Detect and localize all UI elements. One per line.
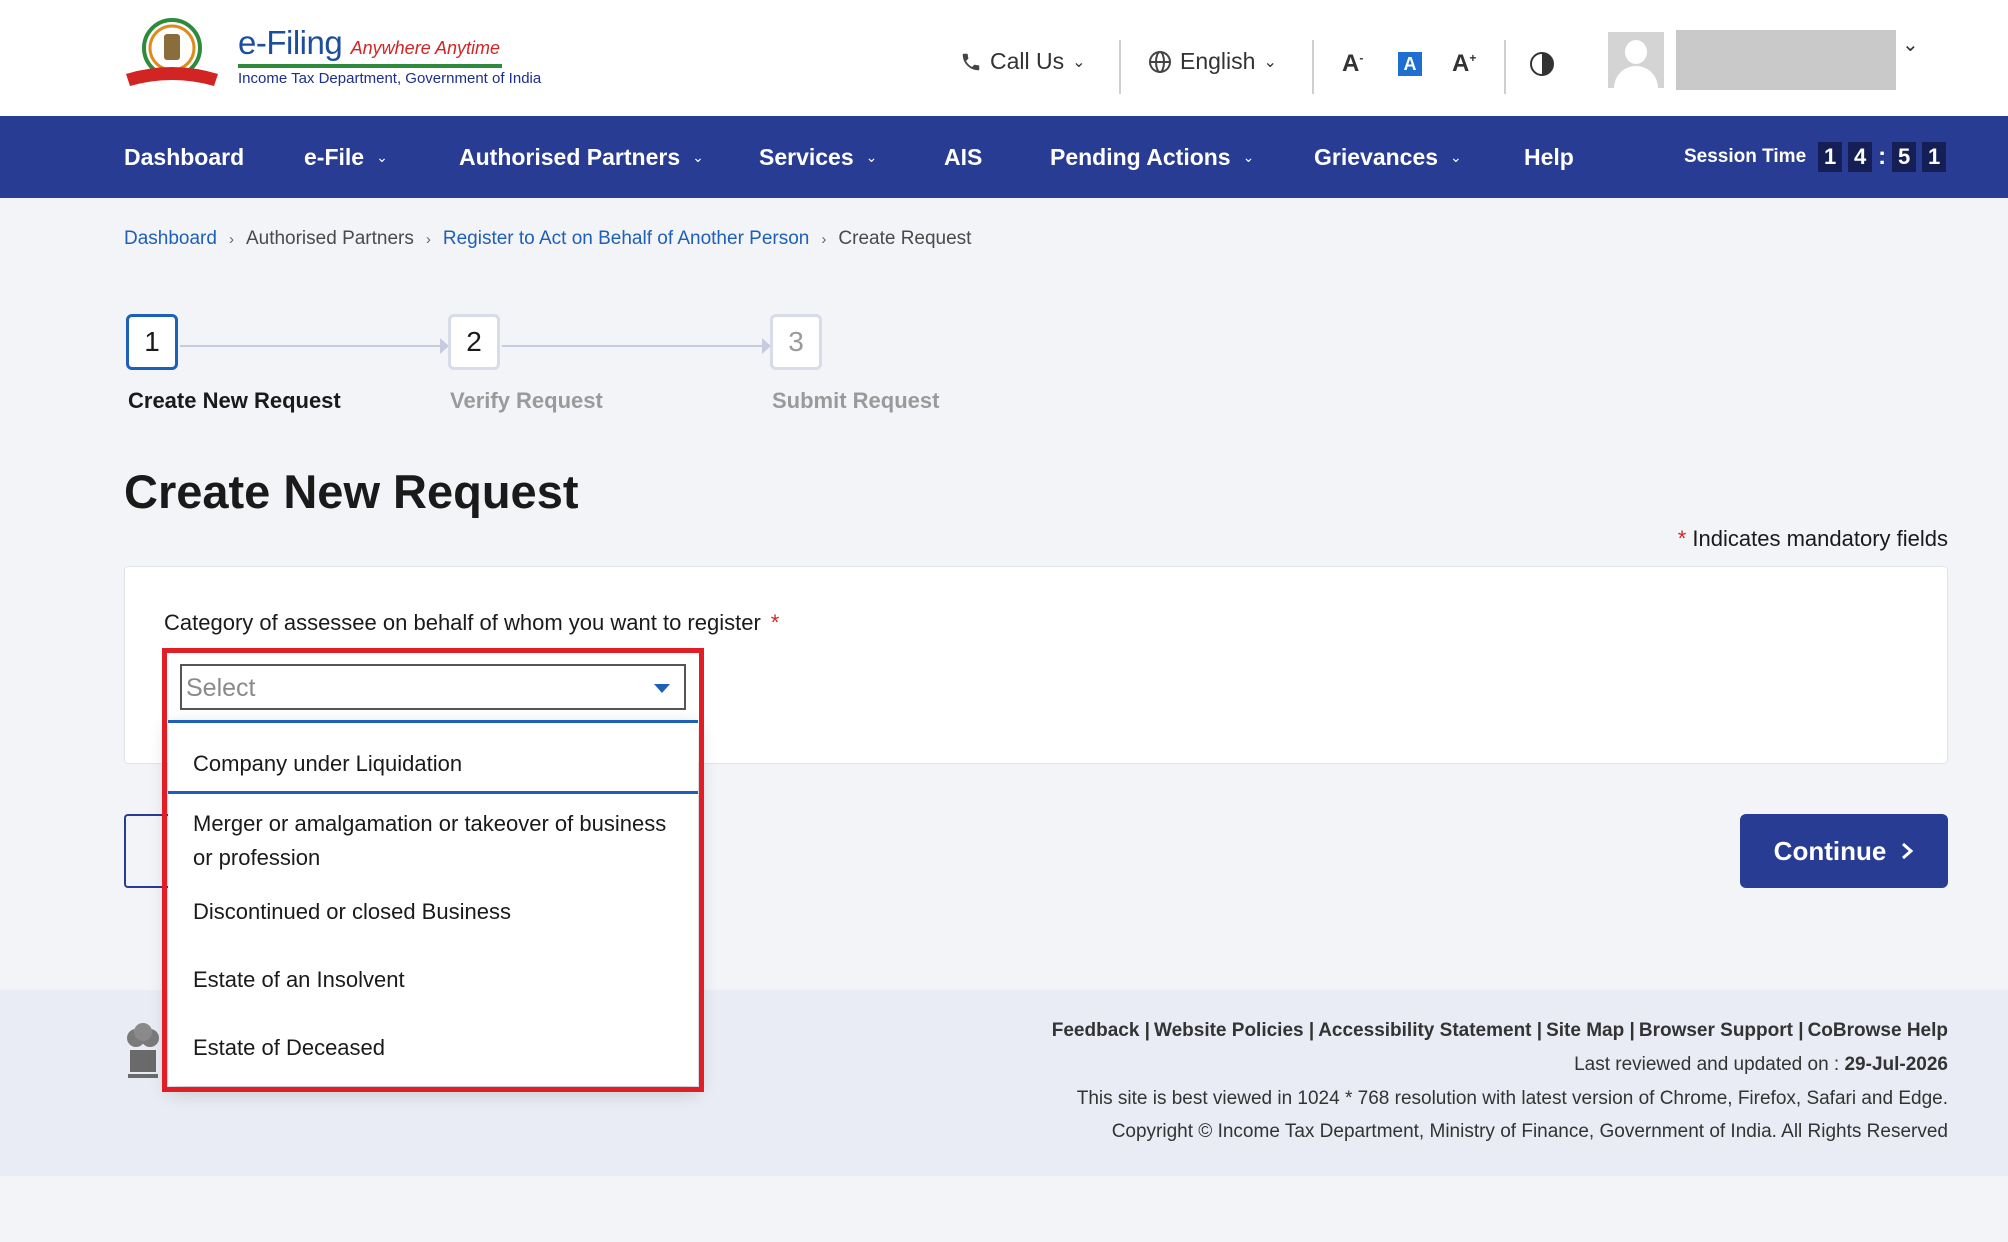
nav-item-ais[interactable]: AIS: [944, 144, 982, 171]
breadcrumb: Dashboard › Authorised Partners › Regist…: [124, 228, 971, 250]
nav-label: e-File: [304, 144, 365, 170]
font-increase-label: A: [1452, 50, 1470, 77]
step-1-number: 1: [126, 314, 178, 370]
footer-links: Feedback | Website Policies | Accessibil…: [1052, 1020, 1948, 1042]
required-star: *: [1677, 526, 1687, 551]
chevron-down-icon[interactable]: ⌄: [1902, 32, 1919, 57]
brand-divider: [238, 64, 502, 68]
income-tax-logo-icon[interactable]: [122, 14, 222, 94]
user-name-placeholder[interactable]: [1676, 30, 1896, 90]
font-decrease-button[interactable]: A-: [1342, 50, 1363, 78]
step-3-label: Submit Request: [772, 388, 940, 413]
step-2-label: Verify Request: [450, 388, 603, 413]
session-timer: Session Time 1 4 : 5 1: [1684, 142, 1947, 172]
copyright: Copyright © Income Tax Department, Minis…: [1111, 1121, 1948, 1142]
highlight-box: [162, 648, 704, 1092]
chevron-down-icon: ⌄: [1072, 53, 1086, 71]
nav-label: Help: [1524, 144, 1574, 170]
national-emblem-icon: [127, 1023, 159, 1078]
breadcrumb-authorised-partners: Authorised Partners: [245, 228, 414, 249]
phone-icon: [962, 53, 980, 70]
brand-title: e-Filing: [238, 24, 343, 61]
category-field-label: Category of assessee on behalf of whom y…: [164, 610, 779, 636]
chevron-right-icon: [1902, 842, 1914, 860]
breadcrumb-register[interactable]: Register to Act on Behalf of Another Per…: [443, 228, 810, 250]
brand-subtitle: Income Tax Department, Government of Ind…: [238, 70, 542, 87]
nav-item-services[interactable]: Services ⌄: [759, 144, 877, 171]
nav-item-authorised-partners[interactable]: Authorised Partners ⌄: [459, 144, 704, 171]
page-title: Create New Request: [124, 465, 579, 518]
footer-link-browser-support[interactable]: Browser Support |: [1639, 1020, 1804, 1042]
nav-label: Pending Actions: [1050, 144, 1231, 170]
contrast-toggle-icon[interactable]: [1530, 52, 1554, 76]
chevron-down-icon: ⌄: [692, 149, 704, 165]
nav-item-grievances[interactable]: Grievances ⌄: [1314, 144, 1462, 171]
chevron-right-icon: ›: [425, 230, 431, 248]
chevron-down-icon: ⌄: [1263, 53, 1277, 71]
session-colon: :: [1878, 143, 1887, 170]
chevron-down-icon: ⌄: [1450, 149, 1462, 165]
session-label: Session Time: [1684, 146, 1807, 167]
header-divider: [1504, 40, 1506, 94]
last-reviewed-date: 29-Jul-2026: [1844, 1054, 1948, 1075]
brand-tagline: Anywhere Anytime: [350, 38, 501, 58]
language-menu[interactable]: English ⌄: [1148, 48, 1277, 75]
required-star: *: [770, 610, 780, 635]
step-1-label: Create New Request: [128, 388, 341, 413]
nav-item-pending-actions[interactable]: Pending Actions ⌄: [1050, 144, 1254, 171]
step-connector: [502, 345, 764, 347]
call-us-menu[interactable]: Call Us ⌄: [960, 48, 1086, 75]
session-digit: 1: [1818, 142, 1843, 172]
nav-item-efile[interactable]: e-File ⌄: [304, 144, 388, 171]
session-digit: 1: [1922, 142, 1947, 172]
chevron-down-icon: ⌄: [865, 149, 878, 165]
session-digit: 5: [1892, 142, 1917, 172]
chevron-right-icon: ›: [821, 230, 827, 248]
category-label-text: Category of assessee on behalf of whom y…: [164, 610, 761, 635]
top-header: e-Filing Anywhere Anytime Income Tax Dep…: [0, 0, 2008, 116]
footer-link-cobrowse-help[interactable]: CoBrowse Help: [1808, 1020, 1948, 1042]
globe-icon: [1149, 50, 1171, 73]
nav-label: Authorised Partners: [459, 144, 681, 170]
font-decrease-label: A: [1342, 50, 1360, 77]
resolution-note: This site is best viewed in 1024 * 768 r…: [1076, 1088, 1948, 1109]
footer-link-feedback[interactable]: Feedback |: [1052, 1020, 1150, 1042]
nav-label: Services: [759, 144, 854, 170]
step-2-number: 2: [448, 314, 500, 370]
font-increase-button[interactable]: A+: [1452, 50, 1476, 78]
continue-label: Continue: [1773, 835, 1887, 866]
language-label: English: [1180, 48, 1256, 74]
footer-link-site-map[interactable]: Site Map |: [1546, 1020, 1635, 1042]
mandatory-note: * Indicates mandatory fields: [1678, 526, 1948, 552]
font-normal-button[interactable]: A: [1398, 52, 1422, 76]
avatar[interactable]: [1608, 32, 1664, 88]
main-nav: Dashboard e-File ⌄ Authorised Partners ⌄ S…: [0, 116, 2008, 198]
avatar-head: [1625, 40, 1647, 64]
breadcrumb-current: Create Request: [838, 228, 972, 249]
chevron-right-icon: ›: [228, 230, 234, 248]
step-3-number: 3: [770, 314, 822, 370]
chevron-down-icon: ⌄: [376, 149, 388, 165]
nav-item-help[interactable]: Help: [1524, 144, 1574, 171]
nav-label: Dashboard: [124, 144, 245, 170]
nav-item-dashboard[interactable]: Dashboard: [124, 144, 244, 171]
session-digit: 4: [1848, 142, 1873, 172]
chevron-down-icon: ⌄: [1242, 149, 1255, 165]
mandatory-note-text: Indicates mandatory fields: [1692, 526, 1948, 551]
continue-button[interactable]: Continue: [1740, 814, 1948, 888]
last-reviewed-label: Last reviewed and updated on :: [1574, 1054, 1840, 1075]
font-normal-label: A: [1403, 54, 1417, 74]
footer-link-website-policies[interactable]: Website Policies |: [1154, 1020, 1314, 1042]
nav-label: Grievances: [1314, 144, 1439, 170]
header-divider: [1119, 40, 1121, 94]
nav-label: AIS: [944, 144, 983, 170]
avatar-body: [1614, 66, 1658, 88]
footer-link-accessibility[interactable]: Accessibility Statement |: [1318, 1020, 1542, 1042]
brand[interactable]: e-Filing Anywhere Anytime Income Tax Dep…: [238, 24, 541, 87]
breadcrumb-dashboard[interactable]: Dashboard: [124, 228, 217, 250]
step-connector: [180, 345, 442, 347]
call-us-label: Call Us: [990, 48, 1065, 74]
last-reviewed: Last reviewed and updated on : 29-Jul-20…: [1574, 1054, 1948, 1076]
header-divider: [1312, 40, 1314, 94]
